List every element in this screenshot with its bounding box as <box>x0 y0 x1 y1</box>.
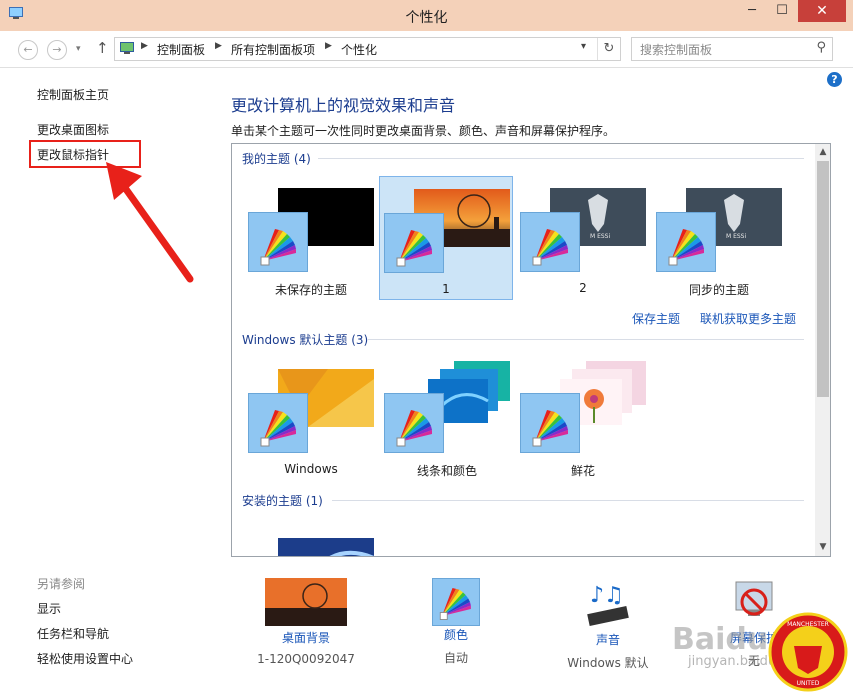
color-fan-icon <box>532 228 569 266</box>
see-also-header: 另请参阅 <box>37 577 86 591</box>
sounds-value: Windows 默认 <box>567 656 649 670</box>
color-swatch <box>520 212 580 272</box>
theme-label: 未保存的主题 <box>274 283 347 297</box>
theme-tile-windows[interactable]: Windows <box>244 357 378 481</box>
theme-label: Windows <box>284 462 338 476</box>
help-icon[interactable]: ? <box>827 72 842 87</box>
breadcrumb-separator-icon: ▶ <box>141 41 148 51</box>
taskbar-navigation-link[interactable]: 任务栏和导航 <box>37 625 109 642</box>
theme-tile-installed[interactable] <box>244 526 378 556</box>
recent-locations-dropdown[interactable]: ▾ <box>76 44 81 54</box>
search-icon[interactable]: ⚲ <box>816 40 826 55</box>
breadcrumb-personalization[interactable]: 个性化 <box>341 41 377 58</box>
control-panel-home-link[interactable]: 控制面板主页 <box>37 86 109 103</box>
breadcrumb-control-panel[interactable]: 控制面板 <box>157 41 205 58</box>
theme-tile-2[interactable]: M ESSi 2 <box>516 176 650 300</box>
navigation-bar: ← → ▾ ↑ ▶ 控制面板 ▶ 所有控制面板项 ▶ 个性化 ▾ ↻ 搜索控制面… <box>0 31 853 68</box>
get-more-themes-online-link[interactable]: 联机获取更多主题 <box>700 310 796 327</box>
color-swatch <box>520 393 580 453</box>
theme-tile-synced[interactable]: M ESSi 同步的主题 <box>652 176 786 300</box>
display-link[interactable]: 显示 <box>37 600 61 617</box>
divider <box>332 500 804 501</box>
theme-tile-flowers[interactable]: 鲜花 <box>516 357 650 481</box>
desktop-background-item[interactable]: 桌面背景 1-120Q0092047 <box>250 578 362 666</box>
page-title: 更改计算机上的视觉效果和声音 <box>231 96 456 115</box>
color-swatch <box>432 578 480 626</box>
svg-text:M ESSi: M ESSi <box>590 233 610 240</box>
svg-text:♪♫: ♪♫ <box>590 583 624 608</box>
search-input[interactable]: 搜索控制面板 ⚲ <box>631 37 833 61</box>
theme-tile-unsaved[interactable]: 未保存的主题 <box>244 176 378 300</box>
red-arrow-annotation <box>106 162 194 283</box>
theme-thumbnail <box>278 538 374 556</box>
up-arrow-button[interactable]: ↑ <box>96 39 109 57</box>
club-crest-logo: MANCHESTER UNITED <box>768 612 848 692</box>
music-notes-icon: ♪♫ <box>587 583 629 627</box>
wallpaper-thumbnail <box>265 578 347 626</box>
theme-list[interactable]: 我的主题 (4) 未保存的主题 1 M ESSi 2 M ESSi 同步的主题 … <box>231 143 831 557</box>
divider <box>368 339 804 340</box>
svg-text:MANCHESTER: MANCHESTER <box>787 621 829 628</box>
color-fan-icon <box>439 587 472 620</box>
color-value: 自动 <box>443 651 468 665</box>
change-desktop-icons-link[interactable]: 更改桌面图标 <box>37 121 109 138</box>
color-fan-icon <box>668 228 705 266</box>
vertical-scrollbar[interactable]: ▲ ▼ <box>815 144 830 556</box>
address-bar[interactable]: ▶ 控制面板 ▶ 所有控制面板项 ▶ 个性化 ▾ ↻ <box>114 37 621 61</box>
close-button[interactable]: ✕ <box>798 0 846 22</box>
color-fan-icon <box>260 228 297 266</box>
scroll-up-arrow-icon[interactable]: ▲ <box>815 147 830 157</box>
refresh-button[interactable]: ↻ <box>597 38 620 60</box>
window-title: 个性化 <box>405 10 448 26</box>
theme-label: 同步的主题 <box>688 283 749 297</box>
scroll-down-arrow-icon[interactable]: ▼ <box>815 542 830 552</box>
control-panel-icon <box>120 42 134 54</box>
desktop-background-value: 1-120Q0092047 <box>257 652 355 666</box>
theme-label: 1 <box>442 282 450 296</box>
color-fan-icon <box>532 409 569 447</box>
color-swatch <box>248 212 308 272</box>
sounds-title[interactable]: 声音 <box>560 631 656 648</box>
sounds-item[interactable]: ♪♫ 声音 Windows 默认 <box>560 576 656 671</box>
svg-text:M ESSi: M ESSi <box>726 233 746 240</box>
breadcrumb-separator-icon: ▶ <box>215 41 222 51</box>
maximize-button[interactable]: ☐ <box>768 0 796 22</box>
svg-text:UNITED: UNITED <box>797 680 820 687</box>
back-button[interactable]: ← <box>18 40 38 60</box>
search-placeholder: 搜索控制面板 <box>640 43 713 57</box>
title-bar: 个性化 ─ ☐ ✕ <box>0 0 853 31</box>
color-swatch <box>384 393 444 453</box>
desktop-background-title[interactable]: 桌面背景 <box>250 629 362 646</box>
theme-label: 线条和颜色 <box>416 464 477 478</box>
color-fan-icon <box>396 229 433 267</box>
theme-label: 鲜花 <box>570 464 595 478</box>
address-history-chevron-down-icon[interactable]: ▾ <box>581 41 586 52</box>
page-description: 单击某个主题可一次性同时更改桌面背景、颜色、声音和屏幕保护程序。 <box>231 124 616 138</box>
minimize-button[interactable]: ─ <box>738 0 766 22</box>
color-fan-icon <box>396 409 433 447</box>
breadcrumb-separator-icon: ▶ <box>325 41 332 51</box>
color-title[interactable]: 颜色 <box>416 626 496 643</box>
breadcrumb-all-items[interactable]: 所有控制面板项 <box>231 41 315 58</box>
ease-of-access-link[interactable]: 轻松使用设置中心 <box>37 650 133 667</box>
color-item[interactable]: 颜色 自动 <box>416 578 496 666</box>
theme-label: 2 <box>579 281 587 295</box>
color-swatch <box>384 213 444 273</box>
scroll-thumb[interactable] <box>817 161 829 397</box>
theme-tile-1-selected[interactable]: 1 <box>379 176 513 300</box>
color-swatch <box>248 393 308 453</box>
color-fan-icon <box>260 409 297 447</box>
divider <box>318 158 804 159</box>
forward-button[interactable]: → <box>47 40 67 60</box>
save-theme-link[interactable]: 保存主题 <box>632 310 680 327</box>
theme-tile-lines-and-colors[interactable]: 线条和颜色 <box>380 357 514 481</box>
installed-themes-header: 安装的主题 (1) <box>242 494 323 508</box>
color-swatch <box>656 212 716 272</box>
windows-default-themes-header: Windows 默认主题 (3) <box>242 333 369 347</box>
my-themes-header: 我的主题 (4) <box>242 152 311 166</box>
